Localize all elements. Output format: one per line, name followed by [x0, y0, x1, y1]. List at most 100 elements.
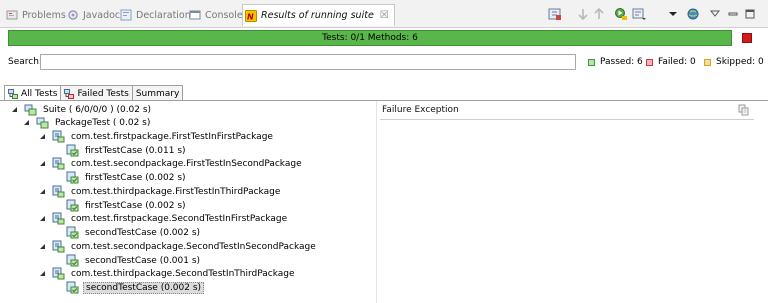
tree-node-test[interactable]: PackageTest ( 0.02 s)	[22, 116, 152, 129]
tab-declaration[interactable]: Declaration	[120, 6, 191, 24]
tab-label: Problems	[22, 9, 66, 21]
previous-failure-icon[interactable]	[592, 7, 606, 21]
tree-node-label: com.test.secondpackage.SecondTestInSecon…	[71, 241, 316, 252]
collapse-icon[interactable]	[10, 106, 18, 114]
tree-node-class[interactable]: com.test.firstpackage.FirstTestInFirstPa…	[38, 130, 275, 143]
tree-node-method-selected[interactable]: secondTestCase (0.002 s)	[52, 281, 205, 294]
collapse-icon[interactable]	[38, 215, 46, 223]
tree-node-class[interactable]: com.test.secondpackage.FirstTestInSecond…	[38, 157, 304, 170]
skipped-status-icon	[704, 58, 711, 66]
tree-node-label: com.test.thirdpackage.FirstTestInThirdPa…	[71, 186, 281, 197]
rerun-icon[interactable]	[614, 7, 628, 21]
collapse-icon[interactable]	[38, 188, 46, 196]
tree-node-label: com.test.thirdpackage.SecondTestInThirdP…	[71, 268, 295, 279]
failed-status-icon	[646, 58, 653, 66]
tab-all-tests[interactable]: All Tests	[4, 85, 62, 101]
tree-node-label: secondTestCase (0.001 s)	[85, 255, 201, 266]
method-passed-icon	[66, 171, 79, 184]
tree-node-suite[interactable]: Suite ( 6/0/0/0 ) (0.02 s)	[10, 103, 153, 116]
globe-icon[interactable]	[686, 7, 700, 21]
collapse-icon[interactable]	[38, 270, 46, 278]
collapse-icon[interactable]	[38, 243, 46, 251]
class-passed-icon	[52, 157, 65, 170]
tab-failed-tests[interactable]: Failed Tests	[60, 85, 133, 101]
collapse-icon[interactable]	[38, 160, 46, 168]
declaration-icon	[120, 9, 132, 21]
collapse-icon[interactable]	[38, 133, 46, 141]
method-passed-icon	[66, 254, 79, 267]
tab-label: Console	[205, 9, 243, 21]
copy-trace-icon[interactable]	[738, 104, 750, 116]
failed-count: Failed: 0	[646, 57, 696, 67]
failed-tree-icon	[64, 88, 75, 99]
tab-javadoc[interactable]: Javadoc	[67, 6, 120, 24]
method-passed-icon	[66, 226, 79, 239]
passed-label: Passed: 6	[600, 57, 643, 67]
search-label: Search:	[8, 57, 42, 67]
collapse-icon[interactable]	[22, 119, 30, 127]
passed-count: Passed: 6	[588, 57, 643, 67]
minimize-icon[interactable]	[726, 7, 740, 21]
tree-node-method[interactable]: secondTestCase (0.002 s)	[52, 226, 202, 239]
tree-node-class[interactable]: com.test.secondpackage.SecondTestInSecon…	[38, 240, 318, 253]
tree-node-label: Suite ( 6/0/0/0 ) (0.02 s)	[43, 104, 152, 115]
failed-label: Failed: 0	[658, 57, 696, 67]
class-passed-icon	[52, 185, 65, 198]
method-passed-icon	[66, 199, 79, 212]
suite-icon	[24, 104, 37, 116]
skipped-count: Skipped: 0	[704, 57, 764, 67]
class-passed-icon	[52, 212, 65, 225]
results-subtabs: All Tests Failed Tests Summary	[4, 85, 184, 101]
view-menu-icon[interactable]	[666, 7, 680, 21]
stop-icon[interactable]	[742, 33, 752, 43]
method-passed-icon	[66, 144, 79, 157]
tree-node-method[interactable]: firstTestCase (0.011 s)	[52, 144, 188, 157]
tree-node-method[interactable]: secondTestCase (0.001 s)	[52, 254, 202, 267]
next-failure-icon[interactable]	[576, 7, 590, 21]
tab-problems[interactable]: Problems	[6, 6, 66, 24]
panel-splitter[interactable]	[376, 101, 377, 303]
tree-node-label: PackageTest ( 0.02 s)	[55, 117, 151, 128]
problems-icon	[6, 10, 18, 20]
tree-node-label: com.test.secondpackage.FirstTestInSecond…	[71, 158, 302, 169]
console-icon	[189, 10, 201, 20]
class-passed-icon	[52, 267, 65, 280]
tree-node-label: firstTestCase (0.002 s)	[85, 200, 186, 211]
subtab-label: All Tests	[21, 88, 58, 99]
tree-node-label: secondTestCase (0.002 s)	[83, 281, 205, 294]
tab-label: Results of running suite	[261, 10, 374, 21]
tab-console[interactable]: Console	[189, 6, 243, 24]
subtab-label: Summary	[135, 88, 180, 99]
view-menu-down-icon[interactable]	[708, 7, 722, 21]
skipped-label: Skipped: 0	[716, 57, 764, 67]
tab-summary[interactable]: Summary	[131, 85, 184, 101]
tree-node-method[interactable]: firstTestCase (0.002 s)	[52, 199, 188, 212]
maximize-icon[interactable]	[743, 7, 757, 21]
tree-node-class[interactable]: com.test.thirdpackage.FirstTestInThirdPa…	[38, 185, 282, 198]
javadoc-icon	[68, 10, 78, 20]
tree-node-label: com.test.firstpackage.SecondTestInFirstP…	[71, 213, 288, 224]
tree-icon	[8, 88, 18, 99]
tab-label: Declaration	[136, 9, 191, 21]
test-icon	[36, 117, 49, 129]
tree-node-class[interactable]: com.test.firstpackage.SecondTestInFirstP…	[38, 212, 289, 225]
search-input[interactable]	[40, 54, 576, 70]
history-icon[interactable]	[632, 7, 646, 21]
tab-label: Javadoc	[83, 9, 121, 21]
testng-icon: N	[245, 9, 257, 22]
test-results-tree: Suite ( 6/0/0/0 ) (0.02 s) PackageTest (…	[0, 101, 374, 303]
method-passed-icon	[66, 281, 79, 294]
close-icon[interactable]: ☒	[380, 10, 389, 21]
tree-node-method[interactable]: firstTestCase (0.002 s)	[52, 171, 188, 184]
failure-divider	[380, 119, 754, 120]
tree-node-label: firstTestCase (0.002 s)	[85, 172, 186, 183]
passed-status-icon	[588, 58, 595, 66]
test-progress-bar: Tests: 0/1 Methods: 6	[8, 30, 732, 46]
tab-results-of-running-suite[interactable]: N Results of running suite ☒	[242, 4, 395, 26]
failure-exception-title: Failure Exception	[382, 105, 459, 115]
rerun-failed-icon[interactable]	[548, 7, 562, 21]
subtab-label: Failed Tests	[77, 88, 129, 99]
tree-node-class[interactable]: com.test.thirdpackage.SecondTestInThirdP…	[38, 267, 297, 280]
view-tab-bar: Problems Javadoc Declaration Console N R…	[0, 0, 768, 28]
class-passed-icon	[52, 130, 65, 143]
